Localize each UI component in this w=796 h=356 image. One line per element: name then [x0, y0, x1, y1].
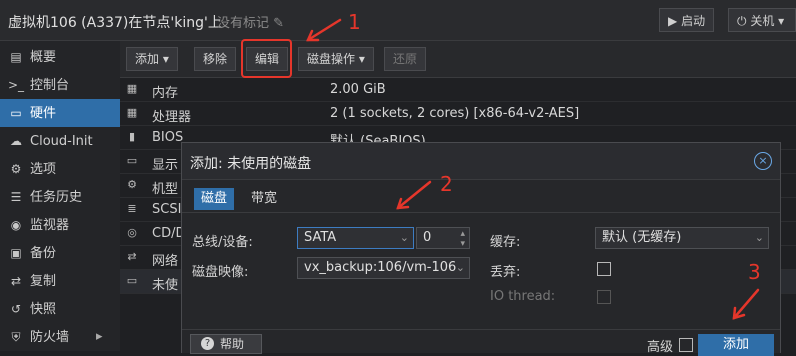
arrow-2	[396, 180, 432, 210]
annotation-arrows	[306, 18, 760, 320]
arrow-1	[306, 18, 342, 42]
arrow-3	[732, 288, 760, 320]
